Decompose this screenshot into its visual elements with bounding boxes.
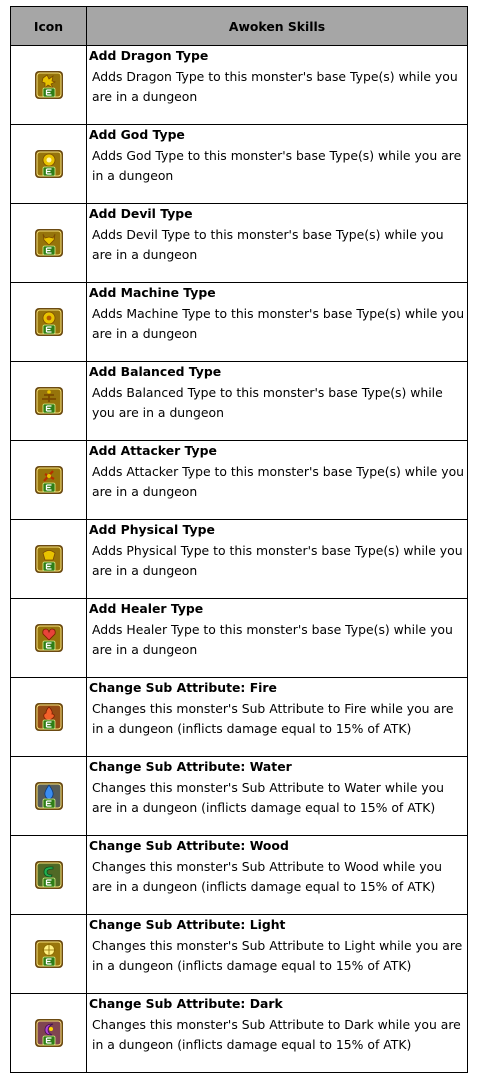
icon-cell <box>10 124 87 204</box>
skill-description: Changes this monster's Sub Attribute to … <box>92 780 445 815</box>
skill-cell: Add Healer Type Adds Healer Type to this … <box>86 598 468 678</box>
icon-cell <box>10 45 87 125</box>
skill-cell: Add Devil Type Adds Devil Type to this mo… <box>86 203 468 283</box>
icon-cell <box>10 598 87 678</box>
skill-cell: Change Sub Attribute: Water Changes this … <box>86 756 468 836</box>
table-row: Add Dragon Type Adds Dragon Type to this … <box>10 45 468 125</box>
god-type-icon <box>34 149 64 179</box>
table-row: Change Sub Attribute: Fire Changes this m… <box>10 677 468 757</box>
skill-description: Adds Physical Type to this monster's bas… <box>92 543 463 578</box>
skill-description: Changes this monster's Sub Attribute to … <box>92 701 454 736</box>
table-row: Add Devil Type Adds Devil Type to this mo… <box>10 203 468 283</box>
skill-cell: Change Sub Attribute: Wood Changes this m… <box>86 835 468 915</box>
table-row: Add Machine Type Adds Machine Type to thi… <box>10 282 468 362</box>
skill-cell: Change Sub Attribute: Fire Changes this m… <box>86 677 468 757</box>
table-row: Add Healer Type Adds Healer Type to this … <box>10 598 468 678</box>
skill-title: Add Physical Type <box>89 522 215 537</box>
icon-cell <box>10 914 87 994</box>
table-row: Add Physical Type Adds Physical Type to t… <box>10 519 468 599</box>
light-attribute-icon <box>34 939 64 969</box>
skill-title: Change Sub Attribute: Water <box>89 759 292 774</box>
icon-cell <box>10 993 87 1073</box>
skill-title: Change Sub Attribute: Wood <box>89 838 289 853</box>
icon-cell <box>10 519 87 599</box>
icon-cell <box>10 361 87 441</box>
skill-cell: Add Machine Type Adds Machine Type to thi… <box>86 282 468 362</box>
skill-description: Adds Machine Type to this monster's base… <box>92 306 465 341</box>
devil-type-icon <box>34 228 64 258</box>
skill-cell: Change Sub Attribute: Light Changes this … <box>86 914 468 994</box>
balanced-type-icon <box>34 386 64 416</box>
dark-attribute-icon <box>34 1018 64 1048</box>
fire-attribute-icon <box>34 702 64 732</box>
table-row: Change Sub Attribute: Wood Changes this m… <box>10 835 468 915</box>
attacker-type-icon <box>34 465 64 495</box>
machine-type-icon <box>34 307 64 337</box>
skill-cell: Add Dragon Type Adds Dragon Type to this … <box>86 45 468 125</box>
table-row: Add Attacker Type Adds Attacker Type to t… <box>10 440 468 520</box>
table-row: Add Balanced Type Adds Balanced Type to t… <box>10 361 468 441</box>
icon-cell <box>10 835 87 915</box>
table-row: Add God Type Adds God Type to this monste… <box>10 124 468 204</box>
icon-cell <box>10 756 87 836</box>
skill-description: Adds Attacker Type to this monster's bas… <box>92 464 465 499</box>
dragon-type-icon <box>34 70 64 100</box>
table-row: Change Sub Attribute: Water Changes this … <box>10 756 468 836</box>
table-row: Change Sub Attribute: Light Changes this … <box>10 914 468 994</box>
skill-cell: Add Physical Type Adds Physical Type to t… <box>86 519 468 599</box>
skill-title: Add Balanced Type <box>89 364 222 379</box>
physical-type-icon <box>34 544 64 574</box>
skill-description: Adds Devil Type to this monster's base T… <box>92 227 444 262</box>
skill-description: Adds Healer Type to this monster's base … <box>92 622 453 657</box>
skill-title: Add Devil Type <box>89 206 193 221</box>
skill-description: Changes this monster's Sub Attribute to … <box>92 938 463 973</box>
water-attribute-icon <box>34 781 64 811</box>
skill-title: Add Machine Type <box>89 285 216 300</box>
healer-type-icon <box>34 623 64 653</box>
icon-cell <box>10 203 87 283</box>
skill-title: Add Attacker Type <box>89 443 217 458</box>
awoken-skills-table: Icon Awoken Skills Add Dragon Type Adds D… <box>10 6 468 1073</box>
icon-column-header: Icon <box>10 6 87 46</box>
skill-title: Add Healer Type <box>89 601 204 616</box>
icon-cell <box>10 677 87 757</box>
icon-cell <box>10 282 87 362</box>
skill-description: Adds God Type to this monster's base Typ… <box>92 148 462 183</box>
skill-description: Changes this monster's Sub Attribute to … <box>92 1017 461 1052</box>
awoken-skills-column-header: Awoken Skills <box>86 6 468 46</box>
wood-attribute-icon <box>34 860 64 890</box>
skill-description: Changes this monster's Sub Attribute to … <box>92 859 442 894</box>
skill-title: Change Sub Attribute: Fire <box>89 680 277 695</box>
skill-title: Add Dragon Type <box>89 48 209 63</box>
skill-cell: Add God Type Adds God Type to this monste… <box>86 124 468 204</box>
skill-cell: Add Attacker Type Adds Attacker Type to t… <box>86 440 468 520</box>
table-row: Change Sub Attribute: Dark Changes this m… <box>10 993 468 1073</box>
icon-cell <box>10 440 87 520</box>
skill-title: Change Sub Attribute: Dark <box>89 996 283 1011</box>
table-header-row: Icon Awoken Skills <box>10 6 468 46</box>
skill-description: Adds Dragon Type to this monster's base … <box>92 69 458 104</box>
skill-cell: Change Sub Attribute: Dark Changes this m… <box>86 993 468 1073</box>
skill-title: Change Sub Attribute: Light <box>89 917 286 932</box>
skill-title: Add God Type <box>89 127 185 142</box>
skill-cell: Add Balanced Type Adds Balanced Type to t… <box>86 361 468 441</box>
skill-description: Adds Balanced Type to this monster's bas… <box>92 385 443 420</box>
